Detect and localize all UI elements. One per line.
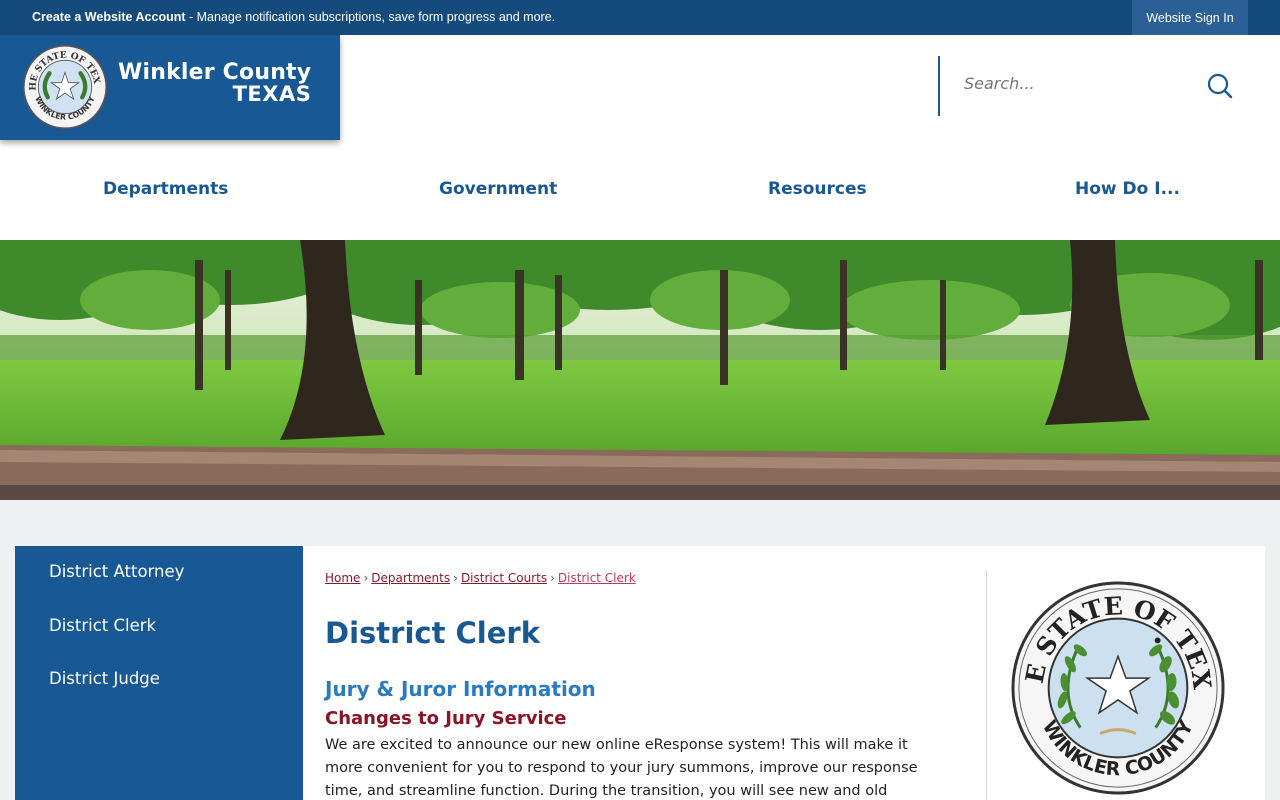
park-photo bbox=[0, 240, 1280, 500]
breadcrumb-departments[interactable]: Departments bbox=[371, 571, 450, 585]
sidebar-item-district-attorney[interactable]: District Attorney bbox=[49, 562, 184, 581]
site-name-line2: TEXAS bbox=[232, 82, 312, 106]
create-account-message: Create a Website Account - Manage notifi… bbox=[32, 10, 555, 24]
sidebar-item-district-judge[interactable]: District Judge bbox=[49, 669, 160, 688]
nav-departments[interactable]: Departments bbox=[103, 179, 228, 199]
county-seal-icon: THE STATE OF TEXAS WINKLER COUNTY bbox=[22, 44, 108, 130]
breadcrumb-separator: › bbox=[550, 571, 555, 585]
breadcrumb-district-courts[interactable]: District Courts bbox=[461, 571, 547, 585]
site-name: Winkler County TEXAS bbox=[118, 62, 311, 105]
site-header: THE STATE OF TEXAS WINKLER COUNTY Winkle… bbox=[0, 35, 1280, 240]
nav-how-do-i[interactable]: How Do I... bbox=[1075, 179, 1180, 199]
breadcrumb-district-clerk[interactable]: District Clerk bbox=[558, 571, 636, 585]
body-paragraph: We are excited to announce our new onlin… bbox=[325, 737, 918, 799]
site-logo[interactable]: THE STATE OF TEXAS WINKLER COUNTY Winkle… bbox=[0, 35, 340, 140]
website-sign-in-button[interactable]: Website Sign In bbox=[1132, 0, 1248, 35]
hero-banner-image bbox=[0, 240, 1280, 500]
search-box bbox=[938, 56, 1238, 116]
column-divider bbox=[986, 570, 987, 800]
nav-government[interactable]: Government bbox=[439, 179, 557, 199]
page-title: District Clerk bbox=[325, 616, 541, 650]
sub-title: Changes to Jury Service bbox=[325, 708, 567, 729]
main-content: Home › Departments › District Courts › Distric… bbox=[303, 546, 1265, 800]
site-name-line1: Winkler County bbox=[118, 60, 312, 85]
create-account-description: - Manage notification subscriptions, sav… bbox=[185, 10, 556, 24]
sidebar-navigation: District Attorney District Clerk Distric… bbox=[15, 546, 303, 800]
section-title: Jury & Juror Information bbox=[325, 677, 596, 701]
breadcrumb-separator: › bbox=[363, 571, 369, 585]
nav-resources[interactable]: Resources bbox=[768, 179, 867, 199]
breadcrumb-separator: › bbox=[453, 571, 458, 585]
sidebar-item-district-clerk[interactable]: District Clerk bbox=[49, 616, 156, 635]
main-navigation: Departments Government Resources How Do … bbox=[0, 175, 1280, 205]
breadcrumb-home[interactable]: Home bbox=[325, 571, 360, 585]
breadcrumb: Home › Departments › District Courts › Distric… bbox=[325, 571, 636, 585]
search-icon[interactable] bbox=[1206, 72, 1234, 100]
create-account-link[interactable]: Create a Website Account bbox=[32, 10, 186, 24]
search-input[interactable] bbox=[964, 74, 1184, 93]
utility-bar: Create a Website Account - Manage notifi… bbox=[0, 0, 1280, 35]
county-seal-image: THE STATE OF TEXAS WINKLER COUNTY bbox=[1009, 579, 1225, 795]
